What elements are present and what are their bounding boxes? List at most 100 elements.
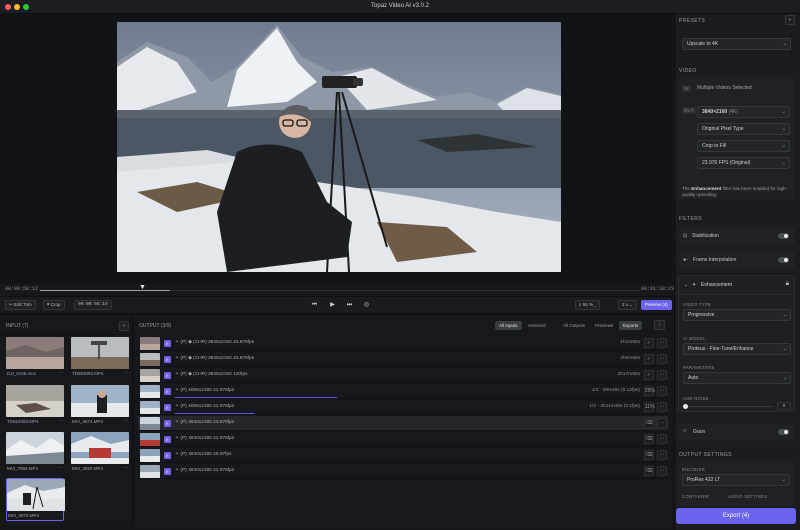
speed-select[interactable]: 2 x ⌄ xyxy=(618,300,638,310)
enhancement-badge: E xyxy=(164,452,171,459)
input-thumbnail[interactable]: MVI_3820.MP4 ⋯ xyxy=(71,432,129,475)
more-icon[interactable]: ⋯ xyxy=(657,466,667,476)
crop-button[interactable]: ⌗ Crop xyxy=(43,300,65,310)
output-row[interactable]: E ⚬ (P) 3840x2160 29.97fps ⌫ ⋯ xyxy=(138,448,668,463)
more-icon[interactable]: ⋯ xyxy=(58,465,63,471)
output-action-button[interactable]: ✓ xyxy=(644,354,654,364)
add-preset-button[interactable]: + xyxy=(785,15,795,25)
chevron-down-icon: ⌄ xyxy=(782,312,787,318)
more-icon[interactable]: ⋯ xyxy=(657,338,667,348)
previous-frame-icon[interactable]: ⏮ xyxy=(310,301,319,310)
parameters-select[interactable]: Auto ⌄ xyxy=(683,372,791,384)
more-icon[interactable]: ⋯ xyxy=(657,418,667,428)
playhead-handle[interactable]: ▼ xyxy=(139,284,146,291)
tab-all-inputs[interactable]: All Inputs xyxy=(495,321,522,330)
output-row[interactable]: E ⚬ (P) 3840x2160 23.976fps ⌫ ⋯ xyxy=(138,416,668,431)
tab-previews[interactable]: Previews xyxy=(591,321,617,330)
more-icon[interactable]: ⋯ xyxy=(657,402,667,412)
output-action-button[interactable]: ⌫ xyxy=(644,450,654,460)
zoom-select[interactable]: ⌕ 55 % ⌄ xyxy=(575,300,601,310)
more-icon[interactable]: ⋯ xyxy=(123,418,128,424)
output-action-button[interactable]: ✓ xyxy=(644,370,654,380)
next-frame-icon[interactable]: ⏭ xyxy=(345,301,354,310)
output-thumbnail xyxy=(140,401,160,414)
add-noise-slider[interactable] xyxy=(683,404,773,409)
output-settings-card: ENCODER ProRes 422 LT ⌄ CONTAINER AUDIO S… xyxy=(678,461,795,506)
input-thumbnail[interactable]: TD654093.MP4 ⋯ xyxy=(6,385,64,428)
export-progress-bar xyxy=(175,413,255,414)
pixel-type-select[interactable]: Original Pixel Type ⌄ xyxy=(697,123,790,135)
preset-select[interactable]: Upscale to 4K ⌄ xyxy=(682,38,791,50)
thumbnail-label: MVI_3870.MP4 xyxy=(8,513,40,518)
input-thumbnail[interactable]: DJI_0106.mov ⋯ xyxy=(6,337,64,380)
video-viewer[interactable] xyxy=(0,14,672,284)
timeline-scrubber[interactable]: 00:00:58:12 ▼ 00:01:30:23 xyxy=(0,284,674,296)
enhancement-badge: E xyxy=(164,436,171,443)
more-icon[interactable]: ⋯ xyxy=(657,434,667,444)
stabilization-filter[interactable]: ⊡ Stabilization xyxy=(678,227,795,245)
output-row[interactable]: E ⚬ (P) ◆ (CHR) 3840x2160 23.976fps 1h1m55… xyxy=(138,336,668,351)
edit-trim-button[interactable]: ✂ Edit Trim xyxy=(5,300,36,310)
output-row[interactable]: E ⚬ (P) ◆ (CHR) 3840x2160 23.976fps 2h0m56… xyxy=(138,352,668,367)
output-row[interactable]: E ⚬ (P) 4096x2160 23.976fps 1/2 · 3h11m45s… xyxy=(138,400,668,415)
input-thumbnail[interactable]: MVI_7856.MP4 ⋯ xyxy=(6,432,64,475)
fps-select[interactable]: 23.976 FPS (Original) ⌄ xyxy=(697,157,790,169)
frame-interpolation-filter[interactable]: ●◦ Frame Interpolation xyxy=(678,251,795,269)
chevron-down-icon: ⌄ xyxy=(781,126,786,132)
more-icon[interactable]: ⋯ xyxy=(657,386,667,396)
export-icon[interactable]: ↑ xyxy=(654,320,665,330)
grain-filter[interactable]: ○ Grain xyxy=(678,423,795,441)
more-icon[interactable]: ⋯ xyxy=(657,450,667,460)
export-progress-bar xyxy=(175,397,337,398)
encoder-select[interactable]: ProRes 422 LT ⌄ xyxy=(682,474,790,486)
chevron-down-icon[interactable]: ⌄ xyxy=(684,282,688,288)
output-action-button[interactable]: 11% xyxy=(644,402,655,412)
ai-model-select[interactable]: Proteus - Fine-Tune/Enhance ⌄ xyxy=(683,343,791,355)
output-action-button[interactable]: ✓ xyxy=(644,338,654,348)
more-icon[interactable]: ⋯ xyxy=(657,354,667,364)
input-panel: INPUT (7) + DJI_0106.mov ⋯ TD654093.MP4 … xyxy=(0,316,133,526)
input-thumbnail[interactable]: TD654093.MP4 ⋯ xyxy=(71,337,129,380)
output-action-button[interactable]: ⌫ xyxy=(644,434,654,444)
video-type-select[interactable]: Progressive ⌄ xyxy=(683,309,791,321)
input-thumbnail[interactable]: MVI_3674.MP4 ⋯ xyxy=(71,385,129,428)
tab-exports[interactable]: Exports xyxy=(619,321,643,330)
add-noise-value[interactable]: 0 xyxy=(777,402,791,410)
output-row[interactable]: E ⚬ (P) 3840x2160 23.976fps ⌫ ⋯ xyxy=(138,432,668,447)
presets-label: PRESETS xyxy=(679,18,706,24)
output-action-button[interactable]: ⌫ xyxy=(644,466,654,476)
input-thumbnail-selected[interactable]: MVI_3870.MP4 ⋯ xyxy=(6,478,65,521)
more-icon[interactable]: ⋯ xyxy=(657,370,667,380)
more-icon[interactable]: ⋯ xyxy=(123,370,128,376)
more-icon[interactable]: ⋯ xyxy=(57,512,62,518)
output-row[interactable]: E ⚬ (P) 3840x2160 23.976fps ⌫ ⋯ xyxy=(138,464,668,479)
more-icon[interactable]: ⋯ xyxy=(58,370,63,376)
thumbnail-image xyxy=(6,432,64,464)
loop-icon[interactable]: ◎ xyxy=(362,301,371,310)
thumbnail-image xyxy=(71,385,129,417)
resolution-select[interactable]: 3840×2160 (4K) ⌄ xyxy=(697,106,790,118)
output-action-button[interactable]: ⌫ xyxy=(644,418,654,428)
stabilization-toggle[interactable] xyxy=(778,233,789,239)
frame-interpolation-toggle[interactable] xyxy=(778,257,789,263)
video-card: IN Multiple Videos Selected OUT 3840×216… xyxy=(678,77,795,199)
timecode-field[interactable]: 00:00:56:19 xyxy=(74,300,112,310)
tab-all-outputs[interactable]: All Outputs xyxy=(559,321,589,330)
output-action-button[interactable]: 25% xyxy=(644,386,655,396)
crop-select[interactable]: Crop to Fill ⌄ xyxy=(697,140,790,152)
output-thumbnail xyxy=(140,433,160,446)
encoder-label: ENCODER xyxy=(682,467,706,472)
play-icon[interactable]: ▶ xyxy=(328,301,337,310)
preview-frame[interactable] xyxy=(117,22,561,272)
export-button[interactable]: Export (4) xyxy=(676,508,796,524)
more-icon[interactable]: ⋯ xyxy=(58,418,63,424)
output-row[interactable]: E ⚬ (P) 4096x2160 23.976fps 1/2 · 39m48s (… xyxy=(138,384,668,399)
more-icon[interactable]: ⋯ xyxy=(123,465,128,471)
tab-selected[interactable]: Selected xyxy=(524,321,550,330)
output-row[interactable]: E ⚬ (P) ◆ (CHR) 3840x2160 120fps 2h17m55s ✓… xyxy=(138,368,668,383)
add-input-button[interactable]: + xyxy=(119,321,129,331)
slider-handle[interactable] xyxy=(683,404,688,409)
preview-button[interactable]: Preview (4) xyxy=(641,300,672,310)
frame-interpolation-icon: ●◦ xyxy=(683,257,688,263)
grain-toggle[interactable] xyxy=(778,429,789,435)
